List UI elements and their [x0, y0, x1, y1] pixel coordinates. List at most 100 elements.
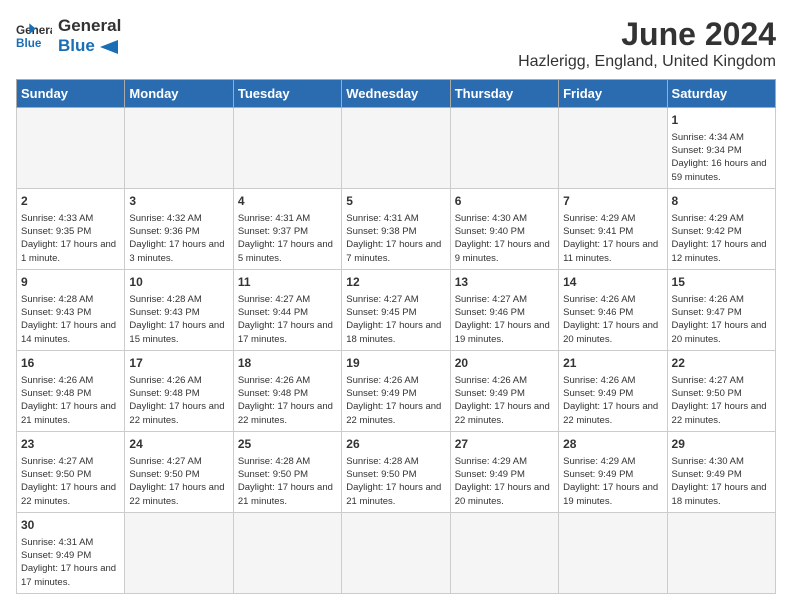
day-info-26: Sunrise: 4:28 AM Sunset: 9:50 PM Dayligh… [346, 455, 445, 508]
day-number-4: 4 [238, 193, 337, 210]
cell-w4-d5: 28Sunrise: 4:29 AM Sunset: 9:49 PM Dayli… [559, 431, 667, 512]
day-number-5: 5 [346, 193, 445, 210]
cell-w0-d6: 1Sunrise: 4:34 AM Sunset: 9:34 PM Daylig… [667, 108, 775, 189]
day-info-5: Sunrise: 4:31 AM Sunset: 9:38 PM Dayligh… [346, 212, 445, 265]
day-info-20: Sunrise: 4:26 AM Sunset: 9:49 PM Dayligh… [455, 374, 554, 427]
cell-w5-d6 [667, 512, 775, 593]
logo-icon: General Blue [16, 18, 52, 54]
day-number-10: 10 [129, 274, 228, 291]
header-sunday: Sunday [17, 80, 125, 108]
title-block: June 2024 Hazlerigg, England, United Kin… [518, 16, 776, 71]
header-saturday: Saturday [667, 80, 775, 108]
day-info-21: Sunrise: 4:26 AM Sunset: 9:49 PM Dayligh… [563, 374, 662, 427]
day-info-16: Sunrise: 4:26 AM Sunset: 9:48 PM Dayligh… [21, 374, 120, 427]
day-number-26: 26 [346, 436, 445, 453]
day-info-3: Sunrise: 4:32 AM Sunset: 9:36 PM Dayligh… [129, 212, 228, 265]
day-info-28: Sunrise: 4:29 AM Sunset: 9:49 PM Dayligh… [563, 455, 662, 508]
cell-w3-d3: 19 Sunrise: 4:26 AM Sunset: 9:49 PM Dayli… [342, 350, 450, 431]
cell-w0-d4 [450, 108, 558, 189]
cell-w5-d3 [342, 512, 450, 593]
day-number-27: 27 [455, 436, 554, 453]
day-info-18: Sunrise: 4:26 AM Sunset: 9:48 PM Dayligh… [238, 374, 337, 427]
header-thursday: Thursday [450, 80, 558, 108]
page-header: General Blue General Blue June 2024 Hazl… [16, 16, 776, 71]
day-number-17: 17 [129, 355, 228, 372]
cell-w3-d0: 16 Sunrise: 4:26 AM Sunset: 9:48 PM Dayli… [17, 350, 125, 431]
cell-w4-d2: 25Sunrise: 4:28 AM Sunset: 9:50 PM Dayli… [233, 431, 341, 512]
day-info-24: Sunrise: 4:27 AM Sunset: 9:50 PM Dayligh… [129, 455, 228, 508]
cell-w4-d1: 24 Sunrise: 4:27 AM Sunset: 9:50 PM Dayli… [125, 431, 233, 512]
cell-w5-d2 [233, 512, 341, 593]
day-number-30: 30 [21, 517, 120, 534]
day-number-6: 6 [455, 193, 554, 210]
cell-w5-d5 [559, 512, 667, 593]
day-info-25: Sunrise: 4:28 AM Sunset: 9:50 PM Dayligh… [238, 455, 337, 508]
cell-w2-d3: 12Sunrise: 4:27 AM Sunset: 9:45 PM Dayli… [342, 269, 450, 350]
week-row-0: 1Sunrise: 4:34 AM Sunset: 9:34 PM Daylig… [17, 108, 776, 189]
cell-w1-d6: 8Sunrise: 4:29 AM Sunset: 9:42 PM Daylig… [667, 188, 775, 269]
day-info-12: Sunrise: 4:27 AM Sunset: 9:45 PM Dayligh… [346, 293, 445, 346]
day-number-11: 11 [238, 274, 337, 291]
day-number-8: 8 [672, 193, 771, 210]
day-number-20: 20 [455, 355, 554, 372]
day-info-17: Sunrise: 4:26 AM Sunset: 9:48 PM Dayligh… [129, 374, 228, 427]
day-info-27: Sunrise: 4:29 AM Sunset: 9:49 PM Dayligh… [455, 455, 554, 508]
cell-w3-d6: 22Sunrise: 4:27 AM Sunset: 9:50 PM Dayli… [667, 350, 775, 431]
logo-blue-text: Blue [58, 36, 121, 56]
day-number-24: 24 [129, 436, 228, 453]
cell-w0-d3 [342, 108, 450, 189]
cell-w3-d2: 18 Sunrise: 4:26 AM Sunset: 9:48 PM Dayli… [233, 350, 341, 431]
svg-text:General: General [16, 25, 52, 38]
cell-w4-d6: 29Sunrise: 4:30 AM Sunset: 9:49 PM Dayli… [667, 431, 775, 512]
cell-w1-d4: 6 Sunrise: 4:30 AM Sunset: 9:40 PM Daylig… [450, 188, 558, 269]
day-number-15: 15 [672, 274, 771, 291]
cell-w1-d0: 2Sunrise: 4:33 AM Sunset: 9:35 PM Daylig… [17, 188, 125, 269]
cell-w2-d6: 15 Sunrise: 4:26 AM Sunset: 9:47 PM Dayli… [667, 269, 775, 350]
day-info-7: Sunrise: 4:29 AM Sunset: 9:41 PM Dayligh… [563, 212, 662, 265]
day-info-10: Sunrise: 4:28 AM Sunset: 9:43 PM Dayligh… [129, 293, 228, 346]
cell-w5-d0: 30 Sunrise: 4:31 AM Sunset: 9:49 PM Dayli… [17, 512, 125, 593]
day-number-18: 18 [238, 355, 337, 372]
day-number-13: 13 [455, 274, 554, 291]
cell-w0-d1 [125, 108, 233, 189]
week-row-4: 23Sunrise: 4:27 AM Sunset: 9:50 PM Dayli… [17, 431, 776, 512]
day-info-22: Sunrise: 4:27 AM Sunset: 9:50 PM Dayligh… [672, 374, 771, 427]
day-info-9: Sunrise: 4:28 AM Sunset: 9:43 PM Dayligh… [21, 293, 120, 346]
calendar-body: 1Sunrise: 4:34 AM Sunset: 9:34 PM Daylig… [17, 108, 776, 594]
day-info-19: Sunrise: 4:26 AM Sunset: 9:49 PM Dayligh… [346, 374, 445, 427]
week-row-1: 2Sunrise: 4:33 AM Sunset: 9:35 PM Daylig… [17, 188, 776, 269]
cell-w1-d1: 3Sunrise: 4:32 AM Sunset: 9:36 PM Daylig… [125, 188, 233, 269]
week-row-2: 9 Sunrise: 4:28 AM Sunset: 9:43 PM Daylig… [17, 269, 776, 350]
cell-w3-d5: 21 Sunrise: 4:26 AM Sunset: 9:49 PM Dayli… [559, 350, 667, 431]
day-info-4: Sunrise: 4:31 AM Sunset: 9:37 PM Dayligh… [238, 212, 337, 265]
day-info-23: Sunrise: 4:27 AM Sunset: 9:50 PM Dayligh… [21, 455, 120, 508]
day-number-2: 2 [21, 193, 120, 210]
calendar-title: June 2024 [518, 16, 776, 53]
cell-w4-d3: 26 Sunrise: 4:28 AM Sunset: 9:50 PM Dayli… [342, 431, 450, 512]
day-info-1: Sunrise: 4:34 AM Sunset: 9:34 PM Dayligh… [672, 131, 771, 184]
day-number-21: 21 [563, 355, 662, 372]
cell-w4-d0: 23Sunrise: 4:27 AM Sunset: 9:50 PM Dayli… [17, 431, 125, 512]
cell-w4-d4: 27 Sunrise: 4:29 AM Sunset: 9:49 PM Dayli… [450, 431, 558, 512]
day-number-7: 7 [563, 193, 662, 210]
logo-general-text: General [58, 16, 121, 36]
day-info-15: Sunrise: 4:26 AM Sunset: 9:47 PM Dayligh… [672, 293, 771, 346]
cell-w2-d5: 14Sunrise: 4:26 AM Sunset: 9:46 PM Dayli… [559, 269, 667, 350]
day-info-6: Sunrise: 4:30 AM Sunset: 9:40 PM Dayligh… [455, 212, 554, 265]
header-tuesday: Tuesday [233, 80, 341, 108]
cell-w2-d1: 10 Sunrise: 4:28 AM Sunset: 9:43 PM Dayli… [125, 269, 233, 350]
day-number-19: 19 [346, 355, 445, 372]
day-number-16: 16 [21, 355, 120, 372]
day-info-13: Sunrise: 4:27 AM Sunset: 9:46 PM Dayligh… [455, 293, 554, 346]
cell-w2-d4: 13 Sunrise: 4:27 AM Sunset: 9:46 PM Dayli… [450, 269, 558, 350]
day-info-29: Sunrise: 4:30 AM Sunset: 9:49 PM Dayligh… [672, 455, 771, 508]
cell-w3-d4: 20 Sunrise: 4:26 AM Sunset: 9:49 PM Dayli… [450, 350, 558, 431]
cell-w5-d4 [450, 512, 558, 593]
header-friday: Friday [559, 80, 667, 108]
calendar-table: SundayMondayTuesdayWednesdayThursdayFrid… [16, 79, 776, 594]
cell-w0-d0 [17, 108, 125, 189]
header-wednesday: Wednesday [342, 80, 450, 108]
day-info-30: Sunrise: 4:31 AM Sunset: 9:49 PM Dayligh… [21, 536, 120, 589]
day-number-9: 9 [21, 274, 120, 291]
calendar-header: SundayMondayTuesdayWednesdayThursdayFrid… [17, 80, 776, 108]
